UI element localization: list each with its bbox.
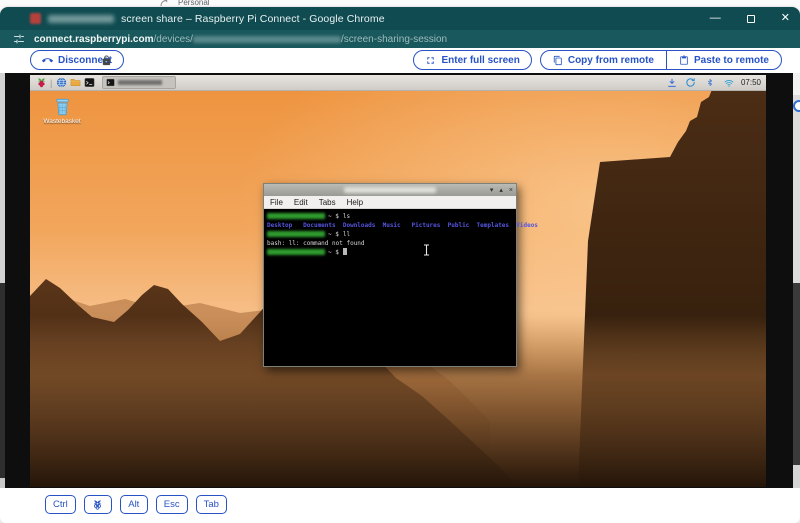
terminal-menu-file[interactable]: File	[270, 198, 283, 207]
window-title: screen share – Raspberry Pi Connect - Go…	[121, 13, 385, 25]
screenshot-root: Personal screen share – Raspberry Pi Con…	[0, 0, 800, 523]
key-toolbar: Ctrl Alt Esc Tab	[0, 488, 800, 523]
terminal-menu-edit[interactable]: Edit	[294, 198, 308, 207]
terminal-maximize-icon[interactable]: ▴	[499, 187, 503, 194]
terminal-line-prompt-ll: ~ $ll	[267, 230, 513, 239]
background-edge-left	[0, 73, 5, 283]
enter-full-screen-label: Enter full screen	[441, 55, 519, 66]
url-path-suffix: /screen-sharing-session	[341, 34, 447, 45]
terminal-menubar: File Edit Tabs Help	[264, 196, 516, 209]
tab-key-button[interactable]: Tab	[196, 495, 227, 514]
ctrl-key-button[interactable]: Ctrl	[45, 495, 76, 514]
profile-menu-icon	[160, 0, 168, 7]
remote-viewport: |	[0, 73, 800, 488]
wastebasket-desktop-icon[interactable]: Wastebasket	[42, 97, 82, 125]
background-edge-right	[793, 95, 800, 283]
terminal-titlebar[interactable]: ▾ ▴ ×	[264, 184, 516, 196]
command-ll: ll	[343, 231, 350, 238]
prompt-user-redacted	[267, 213, 325, 219]
raspberry-key-button[interactable]	[84, 495, 112, 514]
window-title-redacted	[118, 80, 162, 85]
taskbar-window-button[interactable]	[102, 76, 176, 89]
taskbar-tray: 07:50	[665, 76, 766, 90]
terminal-line-error: bash: ll: command not found	[267, 239, 513, 248]
remote-desktop[interactable]: Wastebasket ▾ ▴ × File Edit	[30, 91, 766, 487]
text-cursor-icon	[423, 244, 430, 256]
wifi-icon[interactable]	[722, 76, 736, 90]
terminal-window[interactable]: ▾ ▴ × File Edit Tabs Help ~ $ls Desktop …	[263, 183, 517, 367]
key-buttons: Ctrl Alt Esc Tab	[45, 495, 227, 514]
paste-icon	[679, 55, 689, 66]
prompt-user-redacted	[267, 249, 325, 255]
url-text: connect.raspberrypi.com/devices/ /screen-…	[34, 34, 447, 45]
updates-sync-icon[interactable]	[684, 76, 698, 90]
url-path-prefix: /devices/	[153, 34, 192, 45]
url-host: connect.raspberrypi.com	[34, 34, 153, 45]
background-edge-left	[0, 478, 5, 488]
background-edge-right	[793, 73, 800, 95]
close-icon[interactable]: ✕	[781, 13, 790, 24]
background-edge-right	[793, 283, 800, 465]
background-edge-left	[0, 283, 5, 478]
copy-icon	[553, 55, 563, 66]
terminal-output[interactable]: ~ $ls Desktop Documents Downloads Music …	[264, 209, 516, 366]
terminal-line-directories: Desktop Documents Downloads Music Pictur…	[267, 221, 513, 230]
fullscreen-icon	[425, 55, 436, 66]
device-id-redacted	[193, 36, 341, 43]
background-window-sliver: Personal	[0, 0, 800, 7]
alt-key-button[interactable]: Alt	[120, 495, 148, 514]
remote-taskbar: |	[30, 75, 766, 91]
taskbar-clock[interactable]: 07:50	[741, 78, 761, 87]
copy-paste-group: Copy from remote Paste to remote	[540, 50, 782, 70]
copy-from-remote-button[interactable]: Copy from remote	[541, 51, 666, 69]
remote-screen[interactable]: |	[30, 75, 766, 487]
terminal-cursor	[343, 248, 347, 255]
wastebasket-label: Wastebasket	[42, 118, 82, 125]
terminal-window-buttons: ▾ ▴ ×	[490, 184, 513, 196]
terminal-line-prompt-cursor: ~ $	[267, 248, 513, 257]
terminal-shade-icon[interactable]: ▾	[490, 187, 494, 194]
terminal-close-icon[interactable]: ×	[509, 187, 513, 194]
chrome-titlebar: screen share – Raspberry Pi Connect - Go…	[0, 7, 800, 30]
session-toolbar: Disconnect Enter full screen Copy from r…	[0, 48, 800, 73]
file-manager-icon[interactable]	[68, 76, 82, 90]
maximize-icon[interactable]	[747, 15, 755, 23]
call-end-icon	[42, 55, 53, 66]
command-ls: ls	[343, 213, 350, 220]
terminal-title-redacted	[344, 187, 436, 193]
download-tray-icon[interactable]	[665, 76, 679, 90]
terminal-menu-help[interactable]: Help	[347, 198, 363, 207]
terminal-launcher-icon[interactable]	[82, 76, 96, 90]
paste-to-remote-button[interactable]: Paste to remote	[666, 51, 781, 69]
paste-to-remote-label: Paste to remote	[694, 55, 769, 66]
lock-icon	[101, 54, 112, 67]
clipboard-controls: Enter full screen Copy from remote Paste…	[413, 50, 782, 70]
taskbar-separator: |	[50, 78, 52, 88]
background-edge-fragment	[793, 100, 800, 112]
copy-from-remote-label: Copy from remote	[568, 55, 654, 66]
minimize-icon[interactable]: —	[710, 13, 721, 24]
background-edge-right	[793, 465, 800, 488]
window-controls: — ✕	[710, 7, 790, 30]
terminal-line-prompt-ls: ~ $ls	[267, 212, 513, 221]
favicon-redacted	[30, 13, 41, 24]
url-bar[interactable]: connect.raspberrypi.com/devices/ /screen-…	[0, 30, 800, 48]
profile-menu-label: Personal	[178, 0, 210, 7]
prompt-user-redacted	[267, 231, 325, 237]
raspberry-menu-icon[interactable]	[34, 76, 48, 90]
enter-full-screen-button[interactable]: Enter full screen	[413, 50, 531, 70]
esc-key-button[interactable]: Esc	[156, 495, 188, 514]
web-browser-icon[interactable]	[54, 76, 68, 90]
site-settings-icon[interactable]	[13, 33, 25, 45]
bluetooth-icon[interactable]	[703, 76, 717, 90]
terminal-menu-tabs[interactable]: Tabs	[319, 198, 336, 207]
device-name-redacted	[48, 15, 114, 23]
